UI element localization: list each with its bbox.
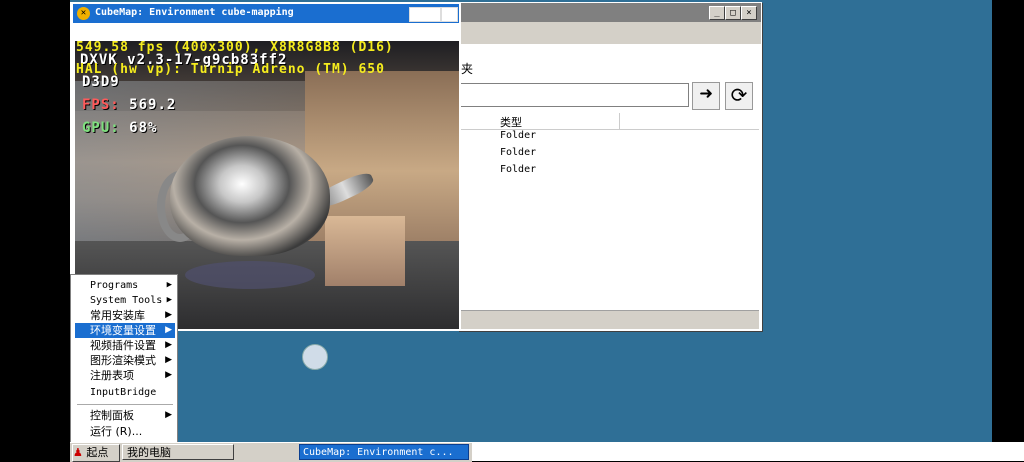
menu-item-label: 控制面板	[90, 409, 134, 422]
gpu-counter: GPU: 68%	[82, 120, 157, 136]
submenu-arrow-icon: ▶	[165, 310, 172, 320]
teapot	[170, 136, 330, 256]
submenu-arrow-icon: ▶	[165, 410, 172, 420]
start-button[interactable]: ♟ 起点	[72, 444, 120, 462]
menu-item-inputbridge[interactable]: InputBridge	[75, 385, 175, 400]
gpu-value: 68%	[129, 120, 158, 136]
screen-border	[992, 0, 1024, 442]
maximize-button[interactable]: □	[725, 6, 741, 20]
menu-item-label: 注册表项	[90, 369, 134, 382]
fps-label: FPS:	[82, 97, 120, 113]
list-item[interactable]: Folder	[500, 164, 536, 175]
list-item[interactable]: Folder	[500, 147, 536, 158]
menu-item-label: InputBridge	[90, 387, 157, 398]
submenu-arrow-icon: ▶	[165, 370, 172, 380]
menu-item-control-panel[interactable]: 控制面板 ▶	[75, 408, 175, 423]
submenu-arrow-icon: ▶	[166, 295, 172, 305]
start-label: 起点	[86, 446, 109, 459]
fps-value: 569.2	[129, 97, 177, 113]
touch-cursor	[302, 344, 328, 370]
taskbar-my-computer[interactable]: 我的电脑	[122, 444, 234, 460]
menu-item-label: 运行 (R)...	[90, 425, 143, 438]
explorer-titlebar[interactable]: _ □ ×	[459, 3, 761, 22]
list-item[interactable]: Folder	[500, 130, 536, 141]
device-info: HAL (hw vp): Turnip Adreno (TM) 650	[76, 62, 385, 77]
submenu-arrow-icon: ▶	[165, 340, 172, 350]
explorer-menu-item[interactable]: 夹	[461, 60, 473, 77]
minimize-button[interactable]: _	[709, 6, 725, 20]
address-field[interactable]	[459, 83, 689, 107]
cubemap-titlebar[interactable]: ✕ CubeMap: Environment cube-mapping	[73, 4, 459, 23]
menu-item-label: 环境变量设置	[90, 324, 156, 337]
list-header: 类型	[459, 113, 759, 130]
arrow-right-icon: ➜	[699, 82, 713, 107]
window-title: CubeMap: Environment cube-mapping	[95, 7, 294, 18]
taskbar: ♟ 起点 我的电脑 CubeMap: Environment c...	[70, 442, 472, 462]
menu-item-run[interactable]: 运行 (R)...	[75, 424, 175, 439]
menu-separator	[77, 404, 173, 405]
column-divider[interactable]	[619, 113, 620, 129]
menu-item-common-libraries[interactable]: 常用安装库 ▶	[75, 308, 175, 323]
menu-item-label: System Tools	[90, 295, 163, 306]
api-label: D3D9	[82, 74, 120, 90]
start-menu[interactable]: Programs ▶ System Tools ▶ 常用安装库 ▶ 环境变量设置 ▶ 视…	[70, 274, 178, 444]
menu-item-label: 视频插件设置	[90, 339, 156, 352]
scene-desk	[325, 216, 405, 286]
go-button[interactable]: ➜	[692, 82, 720, 110]
submenu-arrow-icon: ▶	[165, 325, 172, 335]
menu-item-registry[interactable]: 注册表项 ▶	[75, 368, 175, 383]
app-logo-icon: ✕	[77, 7, 90, 20]
minimize-button[interactable]	[409, 7, 441, 22]
gpu-label: GPU:	[82, 120, 120, 136]
refresh-icon: ⟳	[730, 83, 748, 107]
taskbar-cubemap[interactable]: CubeMap: Environment c...	[299, 444, 469, 460]
start-logo-icon: ♟	[73, 446, 83, 459]
fps-counter: FPS: 569.2	[82, 97, 176, 113]
explorer-client	[459, 22, 761, 330]
menu-item-env-vars[interactable]: 环境变量设置 ▶	[75, 323, 175, 338]
submenu-arrow-icon: ▶	[166, 280, 172, 290]
explorer-window[interactable]: _ □ × 夹 ➜ ⟳ 类型 Folder Folder Folder	[458, 2, 762, 331]
menu-item-label: 常用安装库	[90, 309, 145, 322]
status-bar	[459, 310, 759, 329]
menu-item-video-plugins[interactable]: 视频插件设置 ▶	[75, 338, 175, 353]
close-button[interactable]	[441, 7, 458, 22]
close-button[interactable]: ×	[741, 6, 757, 20]
menu-item-system-tools[interactable]: System Tools ▶	[75, 293, 175, 308]
refresh-button[interactable]: ⟳	[725, 82, 753, 110]
submenu-arrow-icon: ▶	[165, 355, 172, 365]
teapot-shadow	[185, 261, 315, 289]
menu-item-label: Programs	[90, 280, 139, 291]
menu-item-label: 图形渲染模式	[90, 354, 156, 367]
column-header-type[interactable]: 类型	[500, 114, 522, 130]
menu-item-render-mode[interactable]: 图形渲染模式 ▶	[75, 353, 175, 368]
explorer-menubar	[459, 22, 761, 44]
menu-item-programs[interactable]: Programs ▶	[75, 278, 175, 293]
